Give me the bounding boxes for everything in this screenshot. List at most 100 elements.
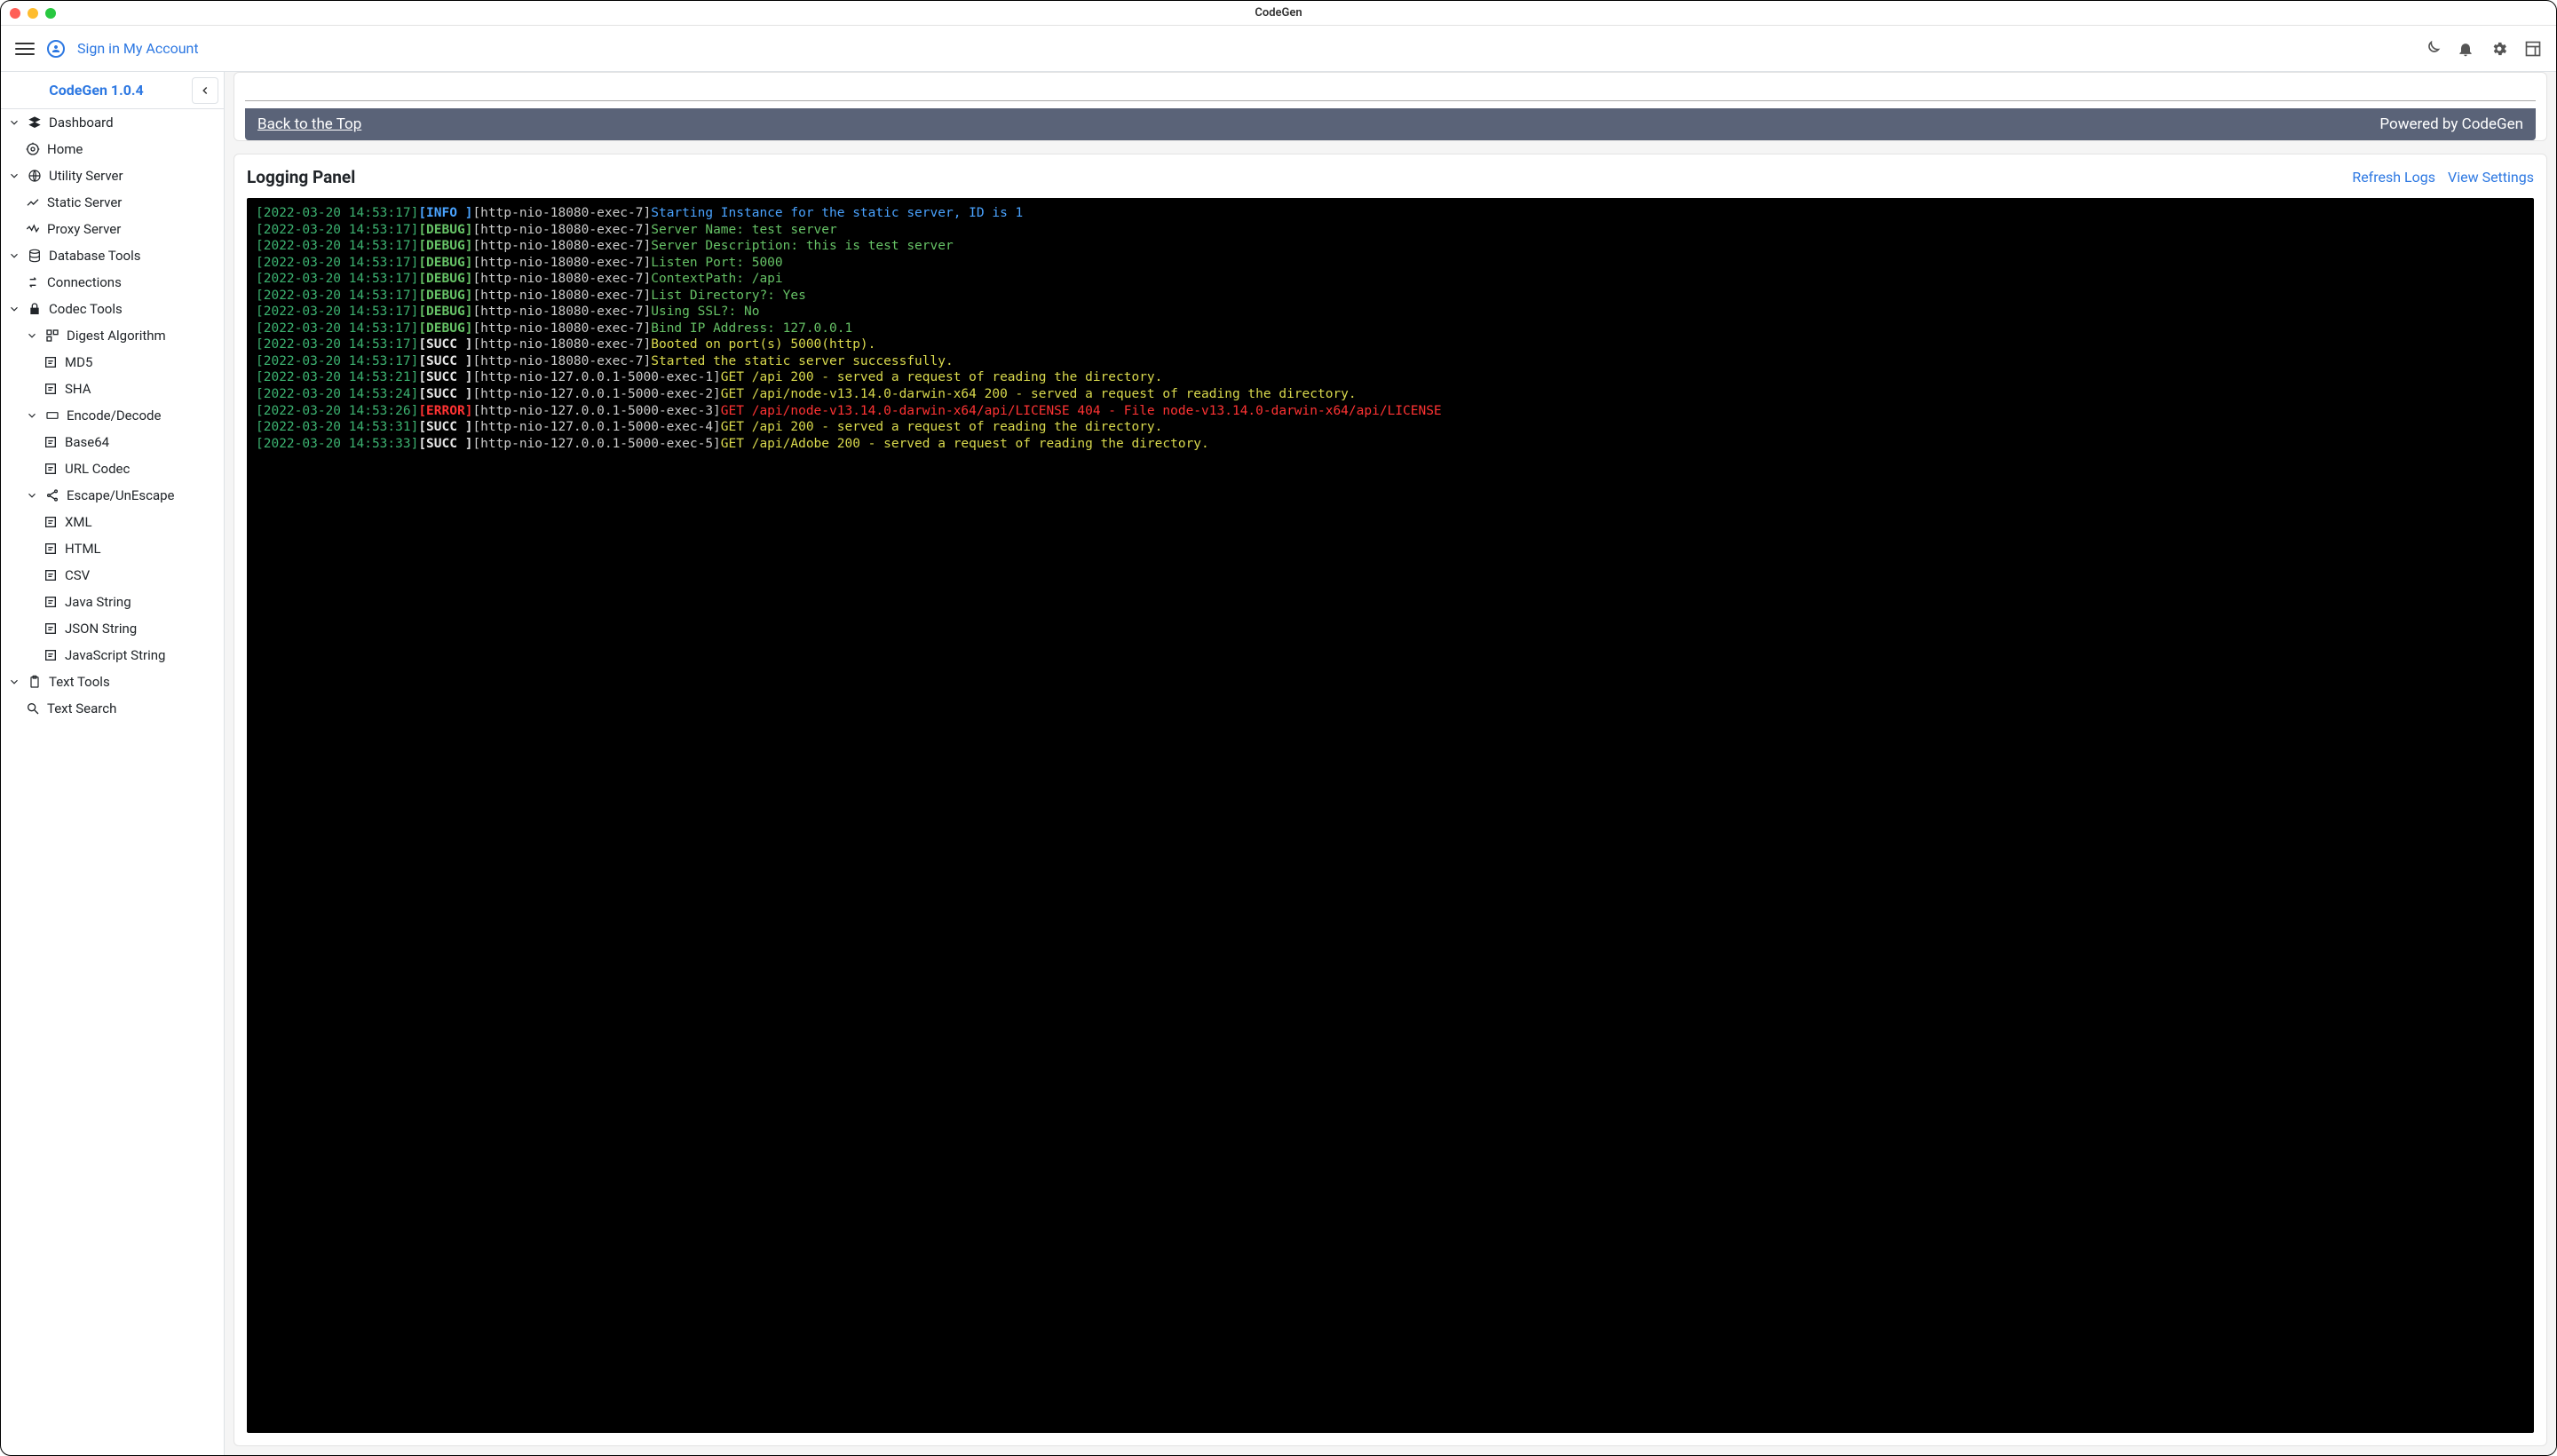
menu-icon[interactable] xyxy=(15,39,35,59)
settings-icon[interactable] xyxy=(2490,40,2508,58)
text-frame-icon xyxy=(44,621,58,636)
log-line: [2022-03-20 14:53:26][ERROR][http-nio-12… xyxy=(256,403,2525,420)
connections-icon xyxy=(26,275,40,289)
notifications-icon[interactable] xyxy=(2457,40,2474,58)
sidebar-item-static-server[interactable]: Static Server xyxy=(1,189,224,216)
sidebar-item-connections[interactable]: Connections xyxy=(1,269,224,296)
collapse-sidebar-button[interactable] xyxy=(192,77,218,104)
sidebar-item-url-codec[interactable]: URL Codec xyxy=(1,455,224,482)
sidebar-item-json-string[interactable]: JSON String xyxy=(1,615,224,642)
text-frame-icon xyxy=(44,648,58,662)
search-icon xyxy=(26,701,40,716)
sidebar-item-label: HTML xyxy=(65,541,101,557)
log-line: [2022-03-20 14:53:17][DEBUG][http-nio-18… xyxy=(256,304,2525,320)
lock-icon xyxy=(28,302,42,316)
text-frame-icon xyxy=(44,595,58,609)
log-actions: Refresh Logs View Settings xyxy=(2352,169,2534,186)
log-line: [2022-03-20 14:53:17][DEBUG][http-nio-18… xyxy=(256,255,2525,272)
sidebar-item-label: XML xyxy=(65,514,92,530)
sidebar-item-label: SHA xyxy=(65,381,91,397)
dark-mode-icon[interactable] xyxy=(2423,40,2441,58)
sidebar-item-label: Java String xyxy=(65,594,131,610)
sidebar-item-csv[interactable]: CSV xyxy=(1,562,224,589)
sidebar-item-base64[interactable]: Base64 xyxy=(1,429,224,455)
log-title: Logging Panel xyxy=(247,167,355,187)
share-icon xyxy=(45,488,59,502)
text-frame-icon xyxy=(44,515,58,529)
sidebar-item-text-search[interactable]: Text Search xyxy=(1,695,224,722)
sidebar-item-label: URL Codec xyxy=(65,461,130,477)
signin-link[interactable]: Sign in My Account xyxy=(77,40,199,57)
sidebar-item-label: Proxy Server xyxy=(47,221,121,237)
back-to-top-link[interactable]: Back to the Top xyxy=(257,115,361,133)
logging-panel: Logging Panel Refresh Logs View Settings… xyxy=(234,154,2547,1446)
sidebar-item-label: Utility Server xyxy=(49,168,123,184)
sidebar-item-html[interactable]: HTML xyxy=(1,535,224,562)
sidebar-item-label: MD5 xyxy=(65,354,92,370)
sidebar-item-xml[interactable]: XML xyxy=(1,509,224,535)
home-icon xyxy=(26,142,40,156)
log-line: [2022-03-20 14:53:17][DEBUG][http-nio-18… xyxy=(256,222,2525,239)
keyboard-icon xyxy=(45,408,59,423)
category-icon xyxy=(45,328,59,343)
maximize-window-icon[interactable] xyxy=(45,8,56,19)
sidebar-item-encode-decode[interactable]: Encode/Decode xyxy=(1,402,224,429)
static-server-icon xyxy=(26,195,40,210)
sidebar-item-database-tools[interactable]: Database Tools xyxy=(1,242,224,269)
powered-by-label: Powered by CodeGen xyxy=(2379,115,2523,133)
sidebar-item-javascript-string[interactable]: JavaScript String xyxy=(1,642,224,669)
log-line: [2022-03-20 14:53:17][DEBUG][http-nio-18… xyxy=(256,288,2525,305)
sidebar-item-codec-tools[interactable]: Codec Tools xyxy=(1,296,224,322)
sidebar-item-label: Encode/Decode xyxy=(67,408,161,423)
text-frame-icon xyxy=(44,568,58,582)
text-frame-icon xyxy=(44,435,58,449)
refresh-logs-link[interactable]: Refresh Logs xyxy=(2352,169,2435,186)
sidebar-item-text-tools[interactable]: Text Tools xyxy=(1,669,224,695)
sidebar-item-md5[interactable]: MD5 xyxy=(1,349,224,376)
sidebar-item-label: Base64 xyxy=(65,434,109,450)
proxy-server-icon xyxy=(26,222,40,236)
log-line: [2022-03-20 14:53:17][DEBUG][http-nio-18… xyxy=(256,238,2525,255)
log-line: [2022-03-20 14:53:24][SUCC ][http-nio-12… xyxy=(256,386,2525,403)
sidebar-item-label: Dashboard xyxy=(49,115,114,131)
text-frame-icon xyxy=(44,355,58,369)
sidebar-item-label: CSV xyxy=(65,567,90,583)
user-icon[interactable] xyxy=(47,40,65,58)
minimize-window-icon[interactable] xyxy=(28,8,38,19)
sidebar-item-java-string[interactable]: Java String xyxy=(1,589,224,615)
sidebar-item-label: Static Server xyxy=(47,194,122,210)
close-window-icon[interactable] xyxy=(10,8,20,19)
sidebar-item-utility-server[interactable]: Utility Server xyxy=(1,162,224,189)
sidebar-item-dashboard[interactable]: Dashboard xyxy=(1,109,224,136)
panel-separator xyxy=(245,82,2536,101)
text-frame-icon xyxy=(44,542,58,556)
sidebar-item-proxy-server[interactable]: Proxy Server xyxy=(1,216,224,242)
chevron-down-icon xyxy=(26,489,38,502)
chevron-down-icon xyxy=(8,303,20,315)
chevron-down-icon xyxy=(26,409,38,422)
sidebar-item-label: JSON String xyxy=(65,621,137,637)
chevron-down-icon xyxy=(8,170,20,182)
nav: Dashboard Home Utility Server Static Ser… xyxy=(1,109,224,722)
sidebar-header: CodeGen 1.0.4 xyxy=(1,72,224,109)
globe-icon xyxy=(28,169,42,183)
app-window: CodeGen Sign in My Account CodeGen 1.0.4 xyxy=(0,0,2557,1456)
sidebar-item-digest-algorithm[interactable]: Digest Algorithm xyxy=(1,322,224,349)
sidebar-item-sha[interactable]: SHA xyxy=(1,376,224,402)
log-header: Logging Panel Refresh Logs View Settings xyxy=(247,167,2534,187)
log-line: [2022-03-20 14:53:31][SUCC ][http-nio-12… xyxy=(256,419,2525,436)
layout-icon[interactable] xyxy=(2524,40,2542,58)
dashboard-icon xyxy=(28,115,42,130)
chevron-down-icon xyxy=(8,249,20,262)
sidebar-item-label: Text Tools xyxy=(49,674,110,690)
sidebar-item-label: Text Search xyxy=(47,700,116,716)
header-actions xyxy=(2423,40,2542,58)
sidebar: CodeGen 1.0.4 Dashboard Home xyxy=(1,72,225,1455)
statusbar: Back to the Top Powered by CodeGen xyxy=(245,108,2536,140)
sidebar-item-home[interactable]: Home xyxy=(1,136,224,162)
sidebar-item-escape-unescape[interactable]: Escape/UnEscape xyxy=(1,482,224,509)
log-terminal[interactable]: [2022-03-20 14:53:17][INFO ][http-nio-18… xyxy=(247,198,2534,1433)
topbar: Sign in My Account xyxy=(1,26,2556,72)
view-settings-link[interactable]: View Settings xyxy=(2448,169,2534,186)
sidebar-item-label: Database Tools xyxy=(49,248,141,264)
